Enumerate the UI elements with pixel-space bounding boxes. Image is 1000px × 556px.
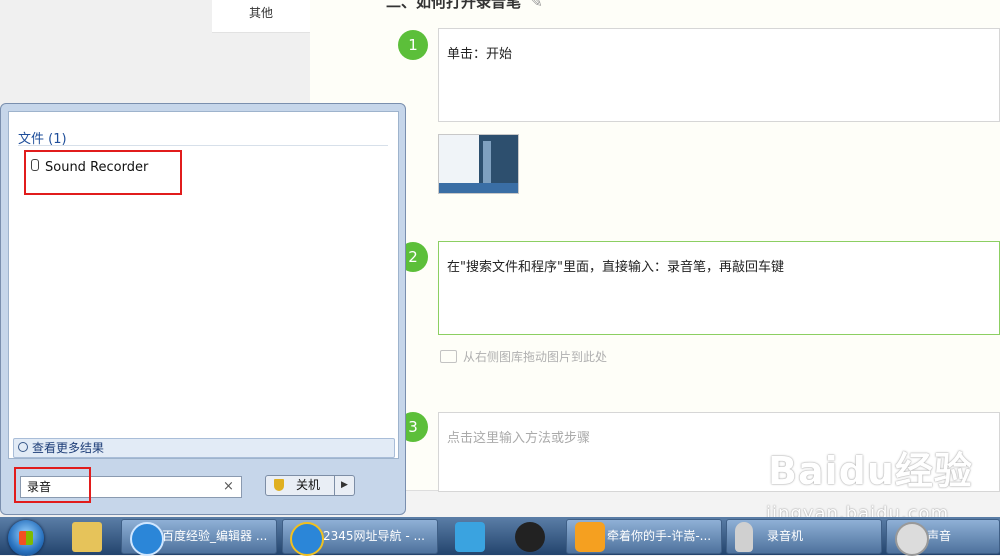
start-menu: 文件 (1) Sound Recorder 查看更多结果 录音 × 关机 ▶ <box>0 103 406 515</box>
clear-search-icon[interactable]: × <box>223 479 234 494</box>
ie-icon <box>130 522 164 556</box>
kugou-music-icon <box>575 522 605 552</box>
search-results-panel: 文件 (1) Sound Recorder <box>8 111 399 459</box>
step-number-1: 1 <box>398 30 428 60</box>
shield-icon <box>274 479 284 491</box>
other-category-tab[interactable]: 其他 <box>212 0 310 33</box>
section-title-text: 二、如何打开录音笔 <box>386 0 522 11</box>
step-2-text-box[interactable]: 在"搜索文件和程序"里面，直接输入：录音笔，再敲回车键 <box>438 241 1000 335</box>
step-1-text-box[interactable]: 单击：开始 <box>438 28 1000 122</box>
red-highlight-box <box>24 150 182 195</box>
microphone-icon <box>735 522 753 552</box>
step-3-text-box[interactable]: 点击这里输入方法或步骤 <box>438 412 1000 492</box>
explorer-folder-icon[interactable] <box>72 522 102 552</box>
shutdown-options-arrow[interactable]: ▶ <box>335 475 355 496</box>
red-highlight-box <box>14 467 91 503</box>
section-title: 二、如何打开录音笔 ✎ <box>386 0 543 12</box>
see-more-label: 查看更多结果 <box>32 441 105 455</box>
see-more-results-link[interactable]: 查看更多结果 <box>13 438 395 458</box>
speaker-icon <box>895 522 929 556</box>
search-icon <box>18 442 28 452</box>
shutdown-label: 关机 <box>296 478 321 492</box>
step-3-placeholder: 点击这里输入方法或步骤 <box>447 431 591 446</box>
windows-logo-icon <box>19 531 33 545</box>
drag-hint-text: 从右侧图库拖动图片到此处 <box>463 350 608 364</box>
taskbar-button-label: 声音 <box>927 529 952 543</box>
shutdown-button[interactable]: 关机 <box>265 475 335 496</box>
taskbar-button-label: 2345网址导航 - ... <box>323 529 425 543</box>
editor-footer <box>310 490 1000 518</box>
taskbar-button-label: 录音机 <box>767 529 804 543</box>
browser-2345-icon <box>290 522 324 556</box>
start-button[interactable] <box>8 520 44 556</box>
image-icon <box>440 350 457 363</box>
qq-penguin-icon[interactable] <box>515 522 545 552</box>
step-1-screenshot-thumbnail[interactable] <box>438 134 519 194</box>
step-2-text: 在"搜索文件和程序"里面，直接输入：录音笔，再敲回车键 <box>447 260 784 275</box>
bird-app-icon[interactable] <box>455 522 485 552</box>
drag-image-hint: 从右侧图库拖动图片到此处 <box>440 348 607 365</box>
edit-pencil-icon[interactable]: ✎ <box>530 0 543 11</box>
taskbar-button-label: 牵着你的手-许嵩-... <box>607 529 712 543</box>
results-divider <box>18 145 388 146</box>
step-1-text: 单击：开始 <box>447 47 513 62</box>
taskbar-button-label: 百度经验_编辑器 ... <box>162 529 268 543</box>
